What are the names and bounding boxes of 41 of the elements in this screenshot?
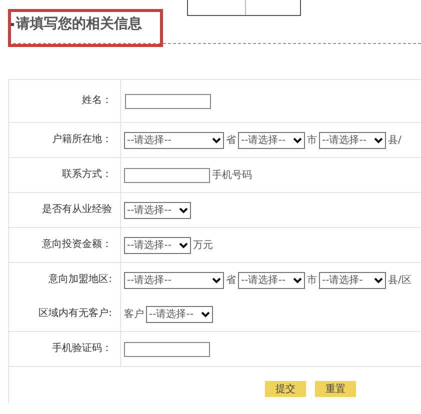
chevron-icon — [212, 136, 221, 144]
dropdown[interactable]: --请选择-- — [124, 272, 224, 288]
field-label: 联系方式： — [61, 168, 113, 182]
chevron-icon — [374, 276, 383, 284]
unit-label: 万元 — [193, 239, 213, 252]
form-button[interactable]: 重置 — [315, 381, 356, 397]
field-label: 意向投资金额： — [41, 238, 113, 252]
dropdown[interactable]: --请选择-- — [238, 272, 305, 288]
dropdown[interactable]: --请选择-- — [146, 306, 213, 322]
chevron-icon — [293, 276, 302, 284]
chevron-icon — [201, 310, 210, 318]
chevron-icon — [374, 136, 383, 144]
unit-label: 市 — [307, 274, 317, 287]
dropdown[interactable]: --请选择-- — [319, 132, 386, 148]
chevron-icon — [179, 206, 188, 214]
dropdown[interactable]: --请选择-- — [124, 236, 191, 254]
chevron-icon — [212, 276, 221, 284]
field-label: 姓名： — [81, 94, 113, 108]
dropdown[interactable]: --请选择-- — [124, 202, 191, 218]
unit-label: 省 — [226, 134, 236, 147]
dropdown[interactable]: --请选择- — [319, 272, 386, 288]
field-label: 意向加盟地区: — [48, 272, 113, 287]
unit-label: 手机号码 — [212, 168, 252, 182]
dropdown[interactable]: --请选择-- — [124, 132, 224, 148]
field-label: 户籍所在地： — [51, 132, 113, 147]
chevron-icon — [293, 136, 302, 144]
unit-label: 市 — [307, 134, 317, 147]
field-label: 区域内有无客户: — [38, 306, 113, 321]
unit-label: 客户 — [124, 308, 144, 321]
input-field[interactable] — [124, 342, 210, 356]
form-button[interactable]: 提交 — [265, 381, 306, 397]
field-label: 手机验证码： — [51, 342, 113, 356]
input-field[interactable] — [125, 94, 211, 108]
section-title: 请填写您的相关信息 — [11, 15, 142, 33]
unit-label: 县/区 — [388, 274, 412, 287]
field-label: 是否有从业经验 — [41, 202, 113, 217]
input-field[interactable] — [124, 168, 210, 182]
unit-label: 县/ — [388, 134, 402, 147]
dropdown[interactable]: --请选择-- — [238, 132, 305, 148]
unit-label: 省 — [226, 274, 236, 287]
chevron-icon — [179, 242, 188, 248]
